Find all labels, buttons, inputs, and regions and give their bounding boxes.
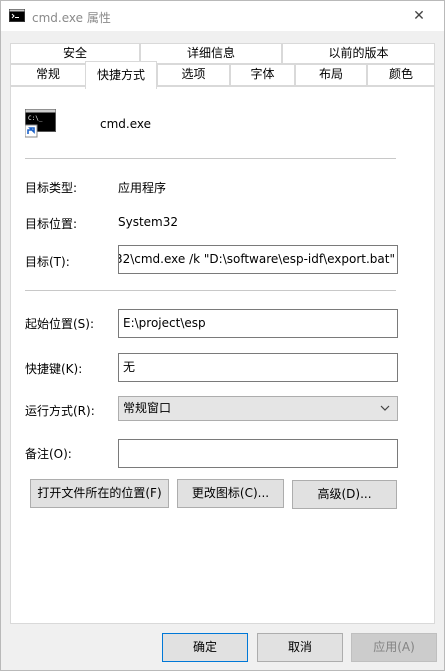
target-location-value: System32 <box>118 215 179 229</box>
target-input-text: 32\cmd.exe /k "D:\software\esp-idf\expor… <box>118 252 395 266</box>
svg-text:C:\_: C:\_ <box>28 115 43 122</box>
ok-button[interactable]: 确定 <box>162 633 248 662</box>
divider <box>25 158 396 159</box>
target-type-value: 应用程序 <box>118 181 167 195</box>
chevron-down-icon <box>379 397 391 420</box>
start-in-label: 起始位置(S): <box>25 317 95 331</box>
target-label: 目标(T): <box>25 255 70 269</box>
run-label: 运行方式(R): <box>25 404 95 418</box>
hotkey-input[interactable]: 无 <box>118 353 398 382</box>
target-location-label: 目标位置: <box>25 217 78 231</box>
open-file-location-button[interactable]: 打开文件所在的位置(F) <box>30 479 169 508</box>
target-type-label: 目标类型: <box>25 181 78 195</box>
divider <box>25 290 396 291</box>
cmd-console-icon: C:\_ <box>24 107 57 139</box>
hotkey-label: 快捷键(K): <box>25 362 83 376</box>
shortcut-name: cmd.exe <box>100 117 152 131</box>
comment-input[interactable] <box>118 439 398 468</box>
comment-label: 备注(O): <box>25 447 72 461</box>
start-in-input[interactable]: E:\project\esp <box>118 309 398 338</box>
properties-dialog: cmd.exe 属性 ✕ 安全 详细信息 以前的版本 常规 快捷方式 选项 字体… <box>0 0 445 671</box>
target-input[interactable]: 32\cmd.exe /k "D:\software\esp-idf\expor… <box>118 245 398 274</box>
change-icon-button[interactable]: 更改图标(C)... <box>177 479 284 508</box>
apply-button[interactable]: 应用(A) <box>351 633 437 662</box>
run-select[interactable]: 常规窗口 <box>118 396 398 421</box>
cancel-button[interactable]: 取消 <box>257 633 343 662</box>
run-select-value: 常规窗口 <box>123 401 172 415</box>
advanced-button[interactable]: 高级(D)... <box>292 480 397 509</box>
